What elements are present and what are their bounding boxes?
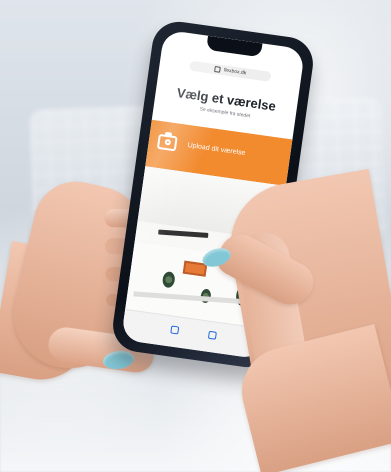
upload-room-label: Upload dit værelse	[187, 142, 246, 158]
browser-address-bar[interactable]: flexbox.dk	[189, 60, 272, 82]
browser-address-text: flexbox.dk	[223, 67, 247, 77]
camera-icon	[156, 133, 178, 152]
lock-icon	[214, 65, 221, 73]
square-icon[interactable]	[170, 325, 180, 335]
smartphone-photo-scene: flexbox.dk Vælg et værelse Se eksemple f…	[0, 0, 391, 472]
square-icon[interactable]	[207, 330, 217, 340]
phone-notch	[206, 35, 263, 58]
dark-wall-shelf	[158, 229, 209, 238]
